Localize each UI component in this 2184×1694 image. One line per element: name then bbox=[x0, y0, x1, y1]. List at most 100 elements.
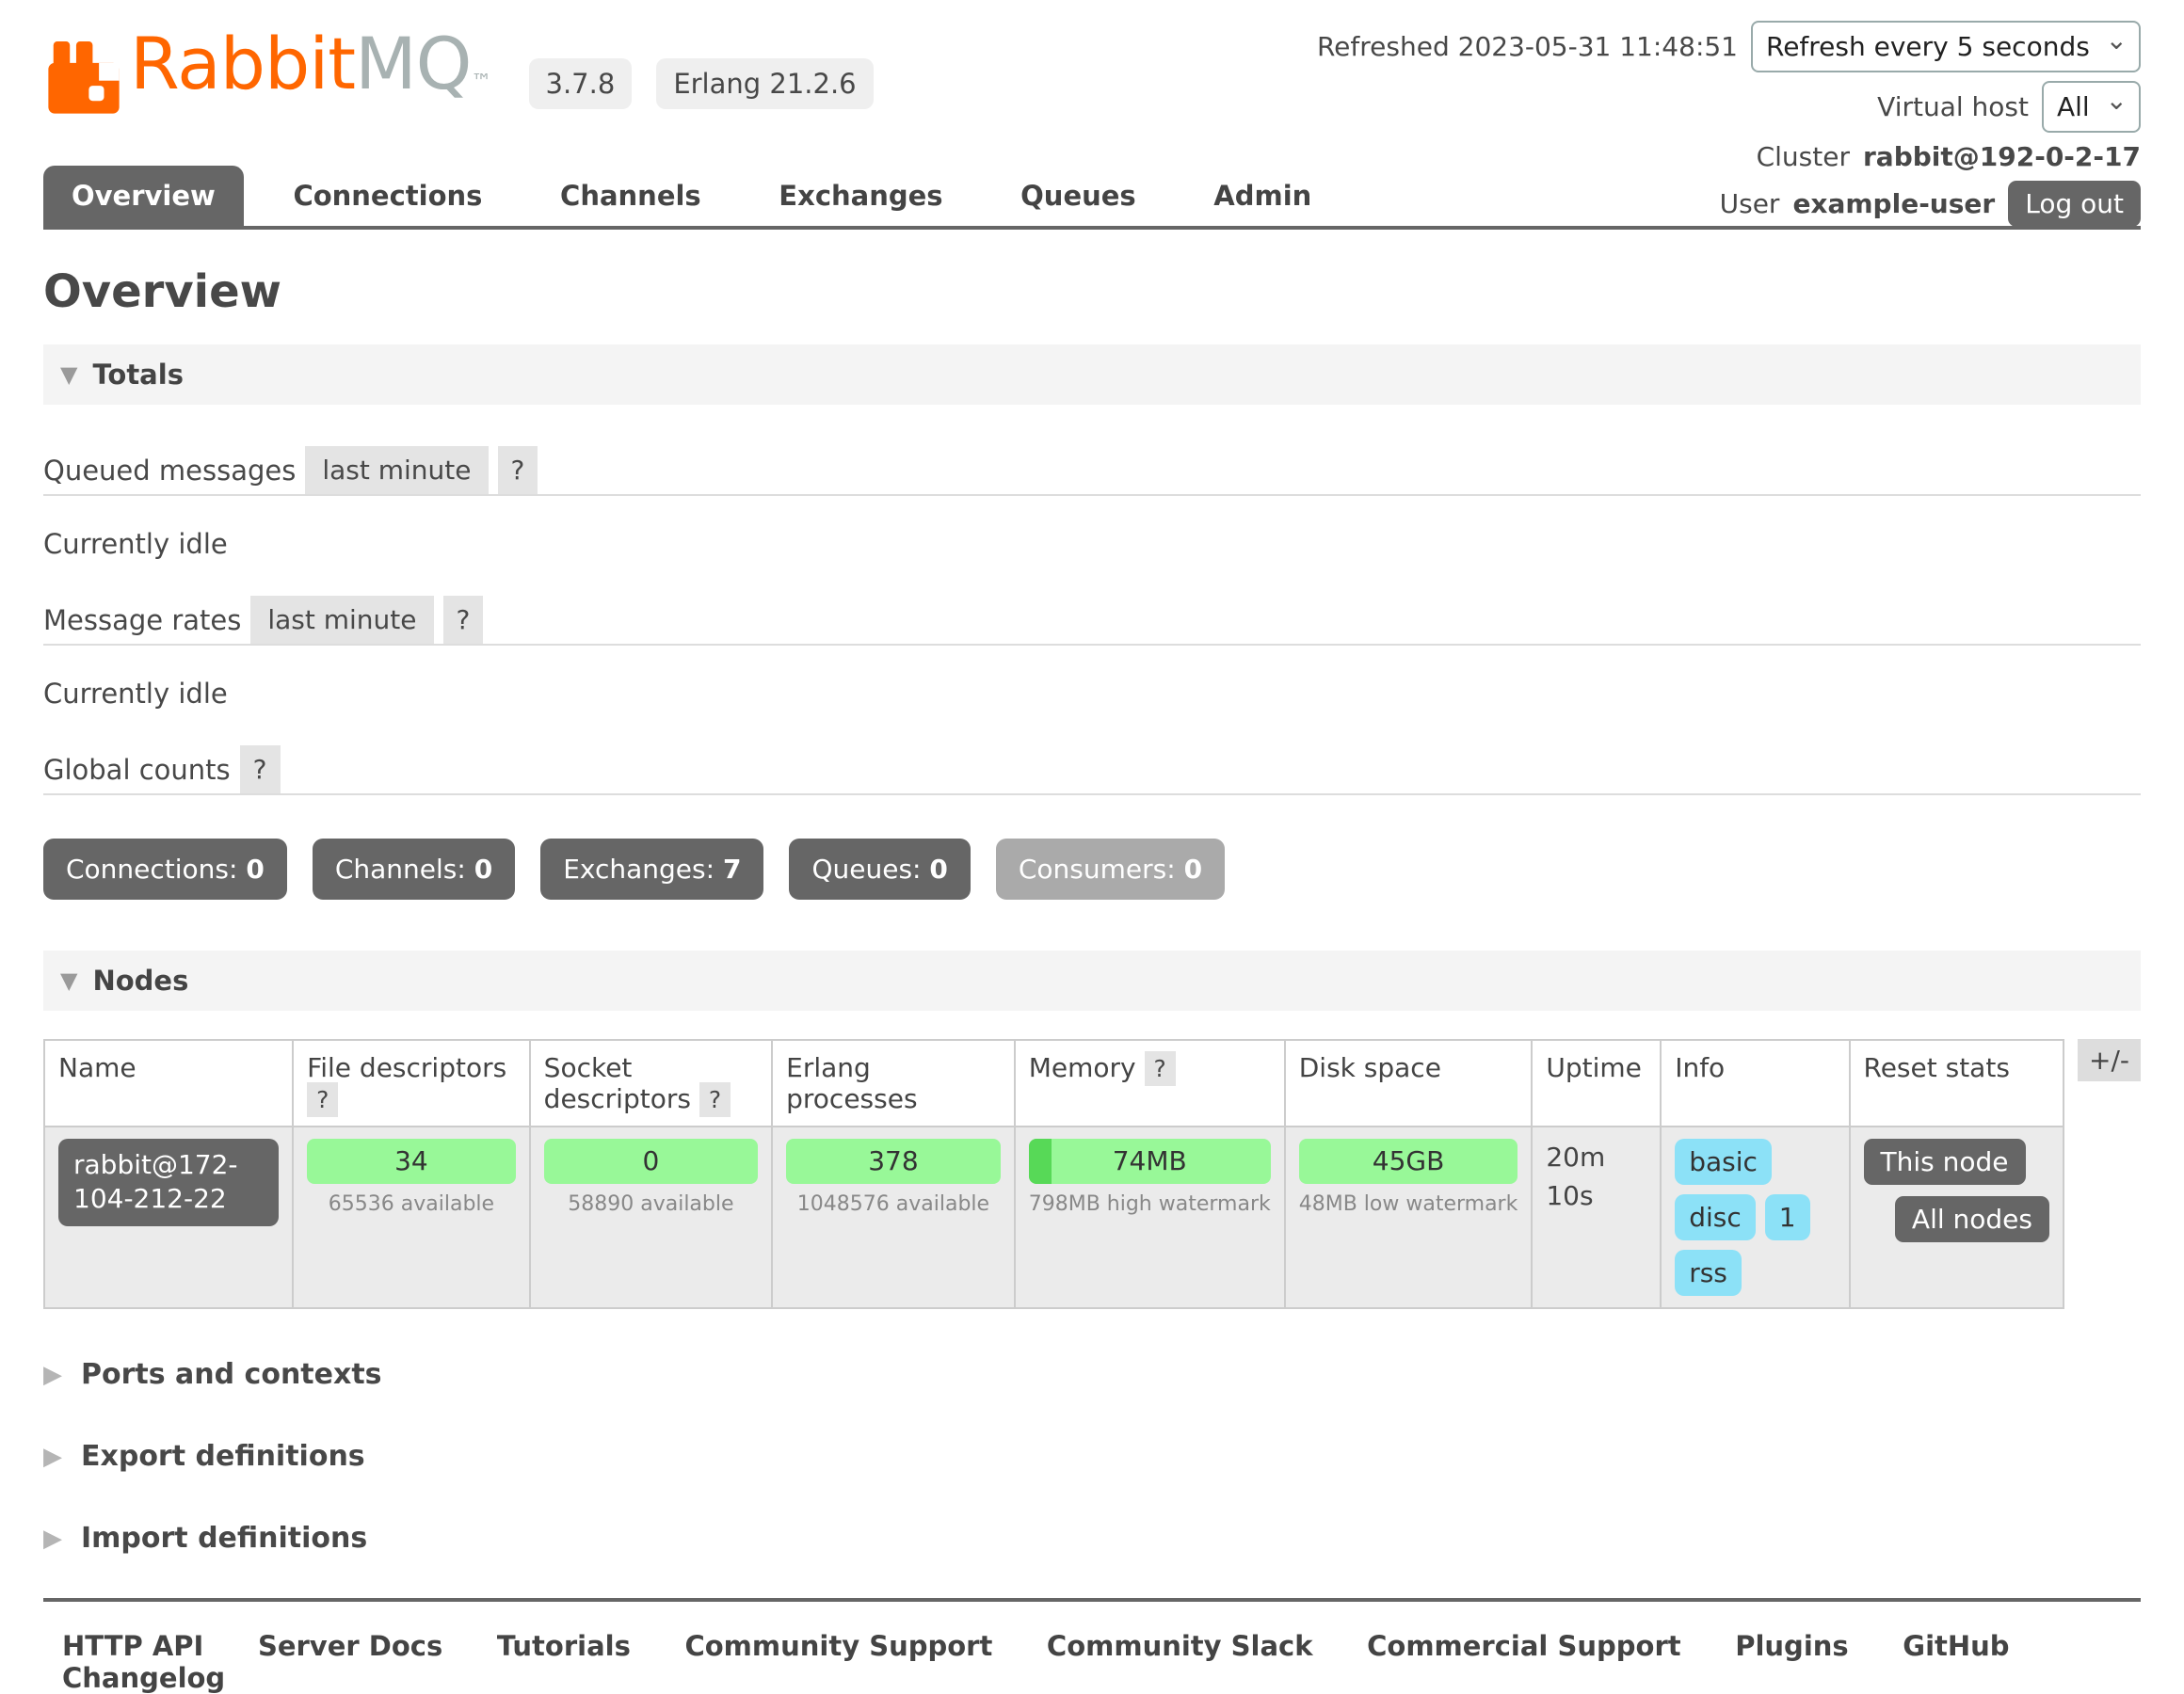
consumers-count-badge[interactable]: Consumers: 0 bbox=[996, 839, 1225, 900]
collapse-triangle-icon: ▼ bbox=[60, 361, 77, 388]
message-rates-status: Currently idle bbox=[43, 678, 2141, 710]
col-header-info: Info bbox=[1661, 1040, 1849, 1127]
footer-link-commercial-support[interactable]: Commercial Support bbox=[1367, 1630, 1681, 1662]
message-rates-row: Message rates last minute ? bbox=[43, 596, 2141, 646]
nodes-header-row: Name File descriptors ? Socket descripto… bbox=[44, 1040, 2064, 1127]
tab-exchanges[interactable]: Exchanges bbox=[750, 166, 971, 226]
col-header-file-descriptors: File descriptors ? bbox=[293, 1040, 530, 1127]
disk-space-cell: 45GB 48MB low watermark bbox=[1285, 1127, 1533, 1308]
memory-bar: 74MB bbox=[1029, 1139, 1271, 1184]
global-counts-row: Global counts ? bbox=[43, 745, 2141, 795]
nodes-table: Name File descriptors ? Socket descripto… bbox=[43, 1039, 2064, 1309]
refresh-row: Refreshed 2023-05-31 11:48:51 Refresh ev… bbox=[1317, 21, 2141, 72]
erlang-processes-bar: 378 bbox=[786, 1139, 1001, 1184]
logout-button[interactable]: Log out bbox=[2008, 181, 2141, 227]
totals-section-header[interactable]: ▼ Totals bbox=[43, 344, 2141, 405]
col-header-erlang-processes: Erlang processes bbox=[772, 1040, 1015, 1127]
nodes-section-title: Nodes bbox=[92, 965, 188, 997]
disk-space-watermark: 48MB low watermark bbox=[1299, 1192, 1518, 1216]
nodes-table-wrap: Name File descriptors ? Socket descripto… bbox=[43, 1039, 2141, 1309]
ports-and-contexts-title: Ports and contexts bbox=[81, 1358, 382, 1391]
global-counts-help-icon[interactable]: ? bbox=[240, 745, 281, 793]
file-descriptors-bar: 34 bbox=[307, 1139, 516, 1184]
footer-link-community-support[interactable]: Community Support bbox=[684, 1630, 992, 1662]
message-rates-range-tab[interactable]: last minute bbox=[250, 596, 433, 644]
channels-count-badge[interactable]: Channels: 0 bbox=[313, 839, 515, 900]
footer-link-server-docs[interactable]: Server Docs bbox=[258, 1630, 442, 1662]
refreshed-timestamp: Refreshed 2023-05-31 11:48:51 bbox=[1317, 31, 1738, 62]
footer-link-http-api[interactable]: HTTP API bbox=[62, 1630, 203, 1662]
info-badge-basic[interactable]: basic bbox=[1675, 1139, 1772, 1185]
col-header-reset-stats: Reset stats bbox=[1850, 1040, 2064, 1127]
exchanges-count-badge[interactable]: Exchanges: 7 bbox=[540, 839, 763, 900]
socket-descriptors-help-icon[interactable]: ? bbox=[699, 1082, 731, 1117]
cluster-name: rabbit@192-0-2-17 bbox=[1863, 141, 2141, 172]
connections-count-badge[interactable]: Connections: 0 bbox=[43, 839, 287, 900]
queued-messages-row: Queued messages last minute ? bbox=[43, 446, 2141, 496]
import-definitions-title: Import definitions bbox=[81, 1522, 367, 1555]
col-header-socket-descriptors: Socket descriptors ? bbox=[530, 1040, 772, 1127]
ports-and-contexts-section[interactable]: ▶ Ports and contexts bbox=[43, 1358, 2141, 1391]
info-badge-1[interactable]: 1 bbox=[1765, 1194, 1810, 1240]
virtual-host-row: Virtual host All bbox=[1877, 81, 2141, 133]
refresh-interval-select[interactable]: Refresh every 5 seconds bbox=[1751, 21, 2141, 72]
tab-connections[interactable]: Connections bbox=[265, 166, 510, 226]
rabbit-icon bbox=[43, 38, 124, 119]
reset-this-node-button[interactable]: This node bbox=[1864, 1139, 2026, 1185]
rabbitmq-logo[interactable]: RabbitMQ™ bbox=[43, 28, 491, 119]
column-toggle-button[interactable]: +/- bbox=[2078, 1039, 2141, 1081]
expand-triangle-icon: ▶ bbox=[43, 1525, 62, 1553]
info-badge-rss[interactable]: rss bbox=[1675, 1250, 1742, 1296]
socket-descriptors-bar: 0 bbox=[544, 1139, 758, 1184]
queued-messages-range-tab[interactable]: last minute bbox=[305, 446, 488, 494]
erlang-version-badge: Erlang 21.2.6 bbox=[656, 58, 873, 109]
user-name: example-user bbox=[1792, 188, 1995, 219]
trademark-symbol: ™ bbox=[472, 71, 491, 94]
file-descriptors-available: 65536 available bbox=[307, 1192, 516, 1216]
user-label: User bbox=[1720, 188, 1780, 219]
socket-descriptors-cell: 0 58890 available bbox=[530, 1127, 772, 1308]
footer-link-plugins[interactable]: Plugins bbox=[1735, 1630, 1848, 1662]
virtual-host-select[interactable]: All bbox=[2042, 81, 2141, 133]
footer-link-github[interactable]: GitHub bbox=[1903, 1630, 2009, 1662]
tab-overview[interactable]: Overview bbox=[43, 166, 244, 226]
node-name-cell: rabbit@172-104-212-22 bbox=[44, 1127, 293, 1308]
virtual-host-select-wrap: All bbox=[2042, 81, 2141, 133]
socket-descriptors-available: 58890 available bbox=[544, 1192, 758, 1216]
queued-messages-label: Queued messages bbox=[43, 455, 296, 494]
totals-section-title: Totals bbox=[92, 359, 184, 391]
reset-stats-cell: This node All nodes bbox=[1850, 1127, 2064, 1308]
user-row: User example-user Log out bbox=[1720, 181, 2141, 227]
footer-link-tutorials[interactable]: Tutorials bbox=[497, 1630, 631, 1662]
global-counts-label: Global counts bbox=[43, 754, 231, 793]
file-descriptors-help-icon[interactable]: ? bbox=[307, 1082, 338, 1117]
col-header-uptime: Uptime bbox=[1532, 1040, 1661, 1127]
memory-help-icon[interactable]: ? bbox=[1145, 1051, 1176, 1086]
info-badge-disc[interactable]: disc bbox=[1675, 1194, 1756, 1240]
message-rates-help-icon[interactable]: ? bbox=[443, 596, 484, 644]
import-definitions-section[interactable]: ▶ Import definitions bbox=[43, 1522, 2141, 1555]
reset-all-nodes-button[interactable]: All nodes bbox=[1895, 1196, 2049, 1242]
uptime-value: 20m 10s bbox=[1546, 1139, 1612, 1215]
message-rates-label: Message rates bbox=[43, 604, 241, 644]
uptime-cell: 20m 10s bbox=[1532, 1127, 1661, 1308]
info-badges: basic disc 1 rss bbox=[1675, 1139, 1835, 1296]
queues-count-badge[interactable]: Queues: 0 bbox=[789, 839, 970, 900]
footer-link-community-slack[interactable]: Community Slack bbox=[1047, 1630, 1313, 1662]
collapse-triangle-icon: ▼ bbox=[60, 967, 77, 994]
brand-mq: MQ bbox=[355, 22, 471, 105]
version-badges: 3.7.8 Erlang 21.2.6 bbox=[529, 58, 874, 109]
node-row: rabbit@172-104-212-22 34 65536 available… bbox=[44, 1127, 2064, 1308]
expand-triangle-icon: ▶ bbox=[43, 1361, 62, 1389]
tab-channels[interactable]: Channels bbox=[532, 166, 730, 226]
export-definitions-section[interactable]: ▶ Export definitions bbox=[43, 1440, 2141, 1473]
file-descriptors-cell: 34 65536 available bbox=[293, 1127, 530, 1308]
queued-messages-help-icon[interactable]: ? bbox=[498, 446, 538, 494]
nodes-section-header[interactable]: ▼ Nodes bbox=[43, 951, 2141, 1011]
header-right: Refreshed 2023-05-31 11:48:51 Refresh ev… bbox=[1317, 21, 2141, 227]
footer-link-changelog[interactable]: Changelog bbox=[62, 1662, 225, 1694]
tab-queues[interactable]: Queues bbox=[992, 166, 1164, 226]
header: RabbitMQ™ 3.7.8 Erlang 21.2.6 Refreshed … bbox=[43, 21, 2141, 162]
node-name-badge[interactable]: rabbit@172-104-212-22 bbox=[58, 1139, 279, 1226]
brand-text: RabbitMQ™ bbox=[130, 28, 491, 119]
